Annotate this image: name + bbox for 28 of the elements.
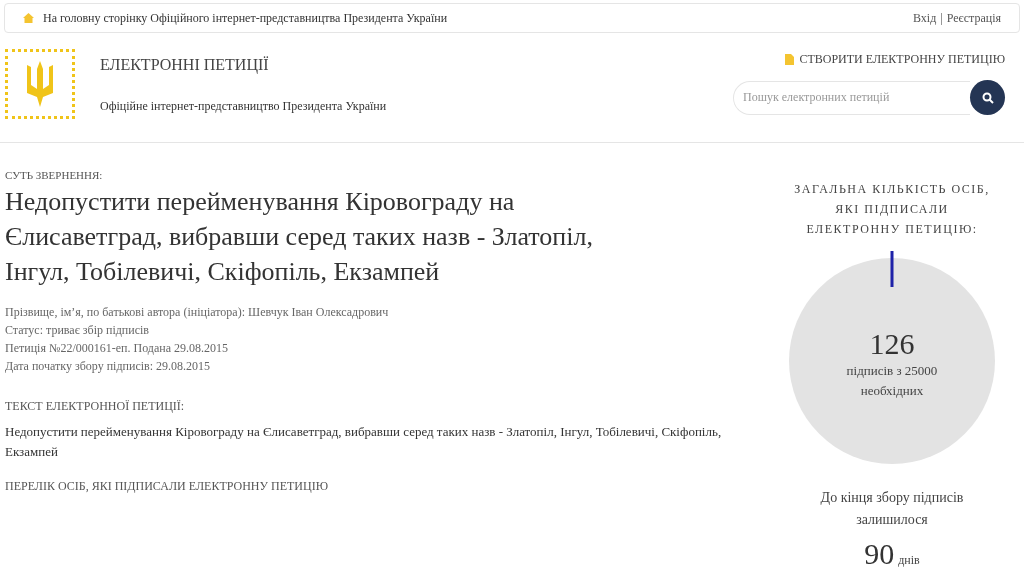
document-icon xyxy=(785,53,795,65)
site-subtitle: Офіційне інтернет-представництво Президента України xyxy=(100,98,387,115)
home-icon xyxy=(23,13,34,23)
subject-label: СУТЬ ЗВЕРНЕННЯ: xyxy=(5,168,104,183)
create-petition-link[interactable]: СТВОРИТИ ЕЛЕКТРОННУ ПЕТИЦІЮ xyxy=(785,50,1005,68)
progress-tick xyxy=(890,251,894,287)
signature-caption: підписів з 25000 необхідних xyxy=(845,362,939,400)
home-link[interactable]: На головну сторінку Офіційного інтернет-представництва Президента України xyxy=(43,9,448,27)
petition-detail: Дата початку збору підписів: 29.08.2015 xyxy=(5,357,212,375)
petition-text: Недопустити перейменування Кіровограду на Єлисаветград, вибравши серед таких назв - Златопіл, Інгул, Тобілевичі, Скіфопіль, Екзампей xyxy=(5,422,723,461)
search-icon xyxy=(981,91,994,104)
petition-detail: Петиція №22/000161-еп. Подана 29.08.2015 xyxy=(5,339,229,357)
petition-detail: Статус: триває збір підписів xyxy=(5,321,150,339)
petition-title: Недопустити перейменування Кіровограду на Єлисаветград, вибравши серед таких назв - Златопіл, Інгул, Тобілевичі, Скіфопіль, Екзампей xyxy=(5,185,594,288)
days-unit: днів xyxy=(898,552,920,569)
search-field[interactable]: Пошук електронних петицій xyxy=(733,80,970,115)
signature-count: 126 xyxy=(869,327,915,361)
login-link[interactable]: Вхід xyxy=(913,9,937,27)
signers-list-link[interactable]: ПЕРЕЛІК ОСІБ, ЯКІ ПІДПИСАЛИ ЕЛЕКТРОННУ ПЕТИЦІЮ xyxy=(5,476,765,495)
petition-detail: Прізвище, ім’я, по батькові автора (ініціатора): Шевчук Іван Олексадрович xyxy=(5,303,390,321)
text-label: ТЕКСТ ЕЛЕКТРОННОЇ ПЕТИЦІЇ: xyxy=(5,397,186,415)
remaining-label: До кінця збору підписів залишилося xyxy=(819,489,965,529)
search-button[interactable] xyxy=(970,80,1005,115)
register-link[interactable]: Реєстрація xyxy=(946,9,1001,27)
separator: | xyxy=(940,10,943,27)
days-count: 90 xyxy=(864,537,895,571)
site-title: ЕЛЕКТРОННІ ПЕТИЦІЇ xyxy=(100,55,270,76)
signatures-heading: ЗАГАЛЬНА КІЛЬКІСТЬ ОСІБ, ЯКІ ПІДПИСАЛИ ЕЛЕКТРОННУ ПЕТИЦІЮ: xyxy=(793,181,991,238)
